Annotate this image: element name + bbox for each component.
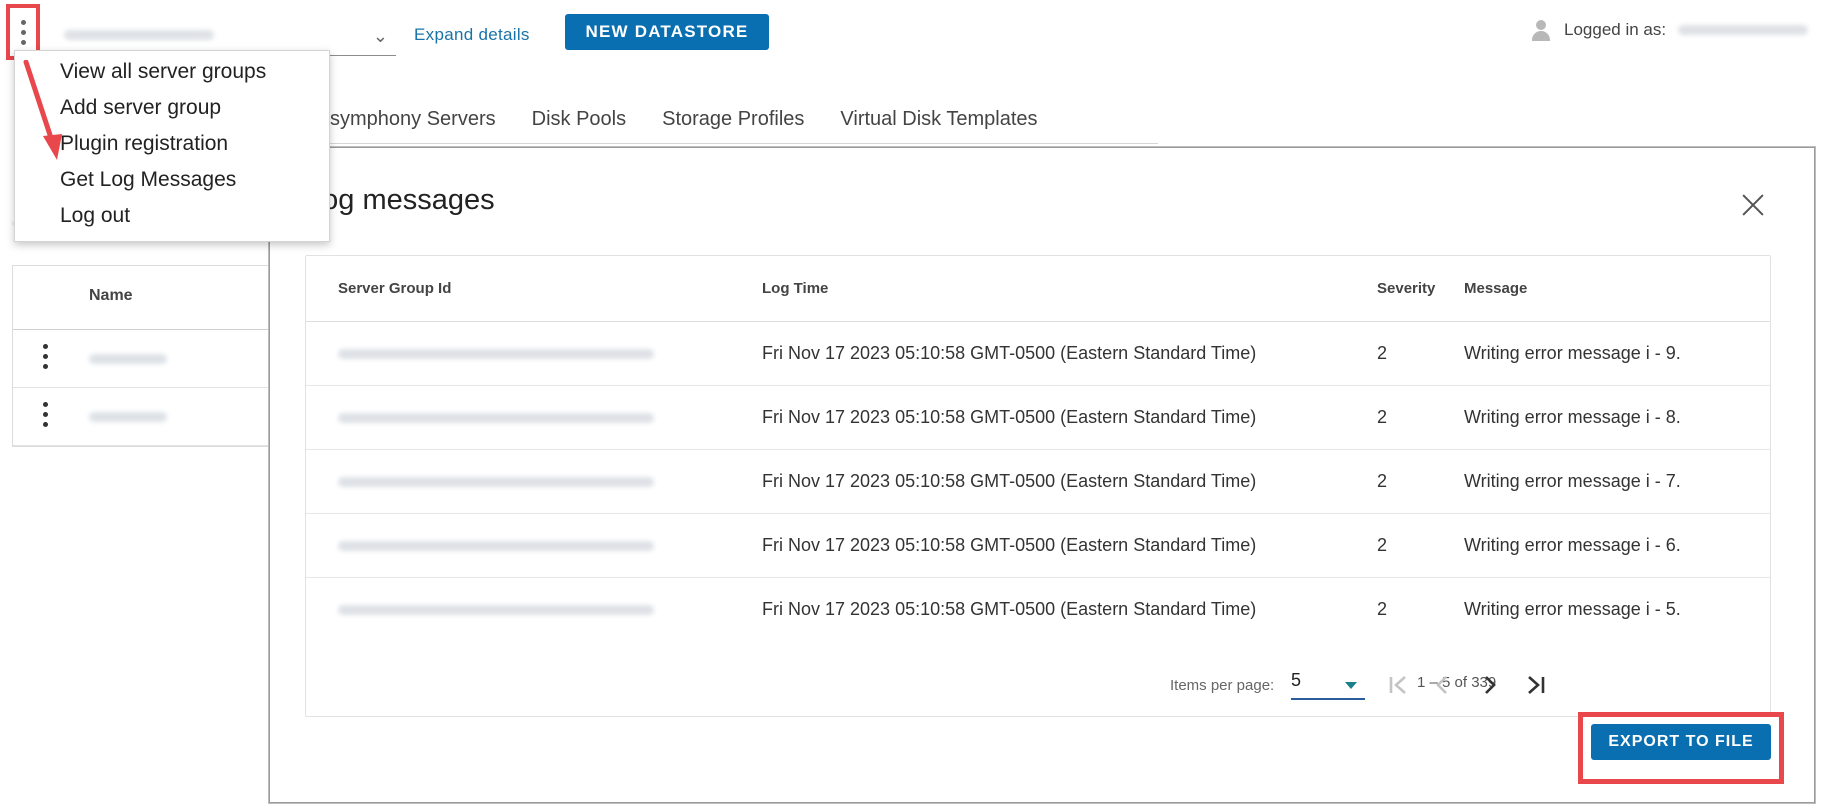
items-per-page-label: Items per page: (1170, 677, 1275, 694)
table-row: Fri Nov 17 2023 05:10:58 GMT-0500 (Easte… (306, 450, 1770, 514)
log-time-cell: Fri Nov 17 2023 05:10:58 GMT-0500 (Easte… (762, 471, 1257, 491)
close-icon[interactable] (1738, 190, 1768, 220)
severity-cell: 2 (1377, 343, 1388, 363)
items-per-page-select[interactable]: 5 (1291, 668, 1365, 700)
menu-item-get-log-messages[interactable]: Get Log Messages (15, 162, 329, 198)
table-row[interactable] (13, 330, 282, 388)
chevron-left-icon (1436, 676, 1447, 694)
chevron-down-icon: ⌄ (372, 26, 388, 46)
next-page-button[interactable] (1474, 670, 1504, 700)
log-time-cell: Fri Nov 17 2023 05:10:58 GMT-0500 (Easte… (762, 343, 1257, 363)
log-messages-table: Server Group Id Log Time Severity Messag… (305, 255, 1771, 717)
row-actions-icon[interactable] (43, 402, 48, 427)
table-row: Fri Nov 17 2023 05:10:58 GMT-0500 (Easte… (306, 514, 1770, 578)
server-group-value (64, 30, 214, 40)
table-row: Fri Nov 17 2023 05:10:58 GMT-0500 (Easte… (306, 322, 1770, 386)
column-header-name[interactable]: Name (89, 287, 133, 305)
last-page-icon (1528, 676, 1545, 694)
column-header-log-time[interactable]: Log Time (762, 280, 828, 297)
message-cell: Writing error message i - 5. (1464, 599, 1681, 619)
message-cell: Writing error message i - 8. (1464, 407, 1681, 427)
paginator: Items per page: 5 1 – 5 of 339 (306, 649, 1770, 709)
table-row[interactable] (13, 388, 282, 446)
log-time-cell: Fri Nov 17 2023 05:10:58 GMT-0500 (Easte… (762, 407, 1257, 427)
row-actions-icon[interactable] (43, 344, 48, 369)
first-page-icon (1389, 676, 1406, 694)
table-header: Server Group Id Log Time Severity Messag… (306, 256, 1770, 322)
chevron-right-icon (1485, 676, 1496, 694)
server-list-table: Name (12, 265, 282, 447)
severity-cell: 2 (1377, 407, 1388, 427)
annotation-arrow-icon (23, 60, 62, 160)
dialog-title: Log messages (306, 184, 495, 216)
tab-symphony-servers[interactable]: symphony Servers (330, 104, 496, 143)
severity-cell: 2 (1377, 599, 1388, 619)
expand-details-link[interactable]: Expand details (414, 25, 530, 45)
server-group-id-blurred (338, 413, 654, 423)
tab-storage-profiles[interactable]: Storage Profiles (662, 104, 804, 143)
column-header-severity[interactable]: Severity (1377, 280, 1435, 297)
table-row: Fri Nov 17 2023 05:10:58 GMT-0500 (Easte… (306, 578, 1770, 642)
column-header-server-group-id[interactable]: Server Group Id (338, 280, 451, 297)
server-group-id-blurred (338, 541, 654, 551)
previous-page-button[interactable] (1428, 670, 1458, 700)
server-name-blurred (89, 412, 167, 422)
tab-bar: symphony Servers Disk Pools Storage Prof… (330, 104, 1158, 144)
menu-item-log-out[interactable]: Log out (15, 198, 329, 234)
message-cell: Writing error message i - 9. (1464, 343, 1681, 363)
new-datastore-button[interactable]: NEW DATASTORE (565, 14, 769, 50)
severity-cell: 2 (1377, 471, 1388, 491)
server-group-id-blurred (338, 477, 654, 487)
items-per-page-value: 5 (1291, 670, 1302, 690)
log-messages-dialog: Log messages Server Group Id Log Time Se… (269, 147, 1815, 803)
caret-down-icon (1345, 682, 1357, 689)
last-page-button[interactable] (1520, 670, 1550, 700)
table-header: Name (13, 266, 282, 330)
tab-virtual-disk-templates[interactable]: Virtual Disk Templates (840, 104, 1037, 143)
first-page-button[interactable] (1384, 670, 1414, 700)
log-time-cell: Fri Nov 17 2023 05:10:58 GMT-0500 (Easte… (762, 535, 1257, 555)
kebab-vertical-icon (20, 19, 26, 25)
column-header-message[interactable]: Message (1464, 280, 1527, 297)
server-name-blurred (89, 354, 167, 364)
log-time-cell: Fri Nov 17 2023 05:10:58 GMT-0500 (Easte… (762, 599, 1257, 619)
user-icon (1530, 18, 1552, 42)
severity-cell: 2 (1377, 535, 1388, 555)
table-row: Fri Nov 17 2023 05:10:58 GMT-0500 (Easte… (306, 386, 1770, 450)
server-group-id-blurred (338, 349, 654, 359)
message-cell: Writing error message i - 7. (1464, 471, 1681, 491)
export-to-file-button[interactable]: EXPORT TO FILE (1591, 724, 1771, 760)
user-area: Logged in as: (1530, 18, 1809, 42)
logged-in-label: Logged in as: (1564, 20, 1667, 39)
message-cell: Writing error message i - 6. (1464, 535, 1681, 555)
server-group-id-blurred (338, 605, 654, 615)
tab-disk-pools[interactable]: Disk Pools (532, 104, 626, 143)
username-blurred (1678, 25, 1809, 35)
